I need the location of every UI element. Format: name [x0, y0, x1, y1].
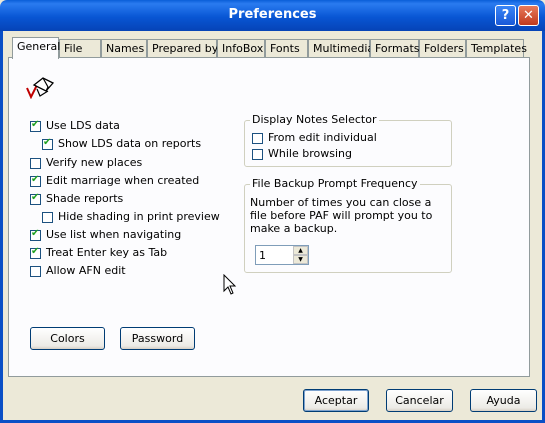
verify-places-checkbox[interactable] — [30, 158, 41, 169]
password-button[interactable]: Password — [120, 327, 195, 350]
help-dialog-button[interactable]: Ayuda — [470, 389, 537, 412]
tab-general[interactable]: General — [12, 37, 60, 59]
backup-frequency-value[interactable]: 1 — [259, 249, 266, 262]
tab-multimedia[interactable]: Multimedia — [308, 39, 374, 58]
tab-names[interactable]: Names — [101, 39, 147, 58]
from-edit-checkbox[interactable] — [252, 133, 263, 144]
use-list-checkbox[interactable] — [30, 228, 41, 241]
from-edit-label: From edit individual — [268, 131, 377, 144]
title-bar: Preferences ? ✕ — [0, 0, 545, 31]
use-lds-label: Use LDS data — [46, 119, 120, 132]
tab-fonts[interactable]: Fonts — [265, 39, 308, 58]
shade-reports-label: Shade reports — [46, 192, 124, 205]
edit-marriage-label: Edit marriage when created — [46, 174, 200, 187]
enter-as-tab-checkbox[interactable] — [30, 246, 41, 259]
stepper-up-icon[interactable]: ▲ — [293, 246, 308, 255]
allow-afn-label: Allow AFN edit — [46, 264, 126, 277]
paf-logo-icon — [26, 77, 55, 99]
stepper-buttons: ▲ ▼ — [293, 246, 308, 264]
backup-description: Number of times you can close a file bef… — [250, 196, 433, 235]
tab-folders[interactable]: Folders — [419, 39, 466, 58]
tab-file[interactable]: File — [59, 39, 101, 58]
shade-reports-checkbox[interactable] — [30, 192, 41, 205]
hide-shading-checkbox[interactable] — [42, 212, 53, 223]
enter-as-tab-label: Treat Enter key as Tab — [46, 246, 168, 259]
allow-afn-checkbox[interactable] — [30, 266, 41, 277]
ok-button[interactable]: Aceptar — [303, 389, 369, 412]
window-title: Preferences — [228, 7, 317, 22]
tab-templates[interactable]: Templates — [466, 39, 527, 58]
hide-shading-label: Hide shading in print preview — [58, 210, 220, 223]
help-button[interactable]: ? — [495, 5, 516, 26]
while-browsing-checkbox[interactable] — [252, 149, 263, 160]
backup-frequency-stepper[interactable]: 1 ▲ ▼ — [255, 245, 309, 265]
show-lds-reports-label: Show LDS data on reports — [58, 137, 202, 150]
notes-selector-legend: Display Notes Selector — [250, 113, 379, 126]
mouse-pointer-icon — [223, 274, 237, 295]
cancel-button[interactable]: Cancelar — [386, 389, 453, 412]
use-lds-checkbox[interactable] — [30, 119, 41, 132]
tab-infobox[interactable]: InfoBox — [217, 39, 265, 58]
stepper-down-icon[interactable]: ▼ — [293, 255, 308, 264]
while-browsing-label: While browsing — [268, 147, 352, 160]
close-button[interactable]: ✕ — [518, 5, 539, 26]
colors-button[interactable]: Colors — [30, 327, 105, 350]
edit-marriage-checkbox[interactable] — [30, 174, 41, 187]
use-list-label: Use list when navigating — [46, 228, 182, 241]
tab-formats[interactable]: Formats — [370, 39, 420, 58]
verify-places-label: Verify new places — [46, 156, 143, 169]
show-lds-reports-checkbox[interactable] — [42, 137, 53, 150]
tab-prepared-by[interactable]: Prepared by — [147, 39, 218, 58]
backup-legend: File Backup Prompt Frequency — [250, 177, 420, 190]
